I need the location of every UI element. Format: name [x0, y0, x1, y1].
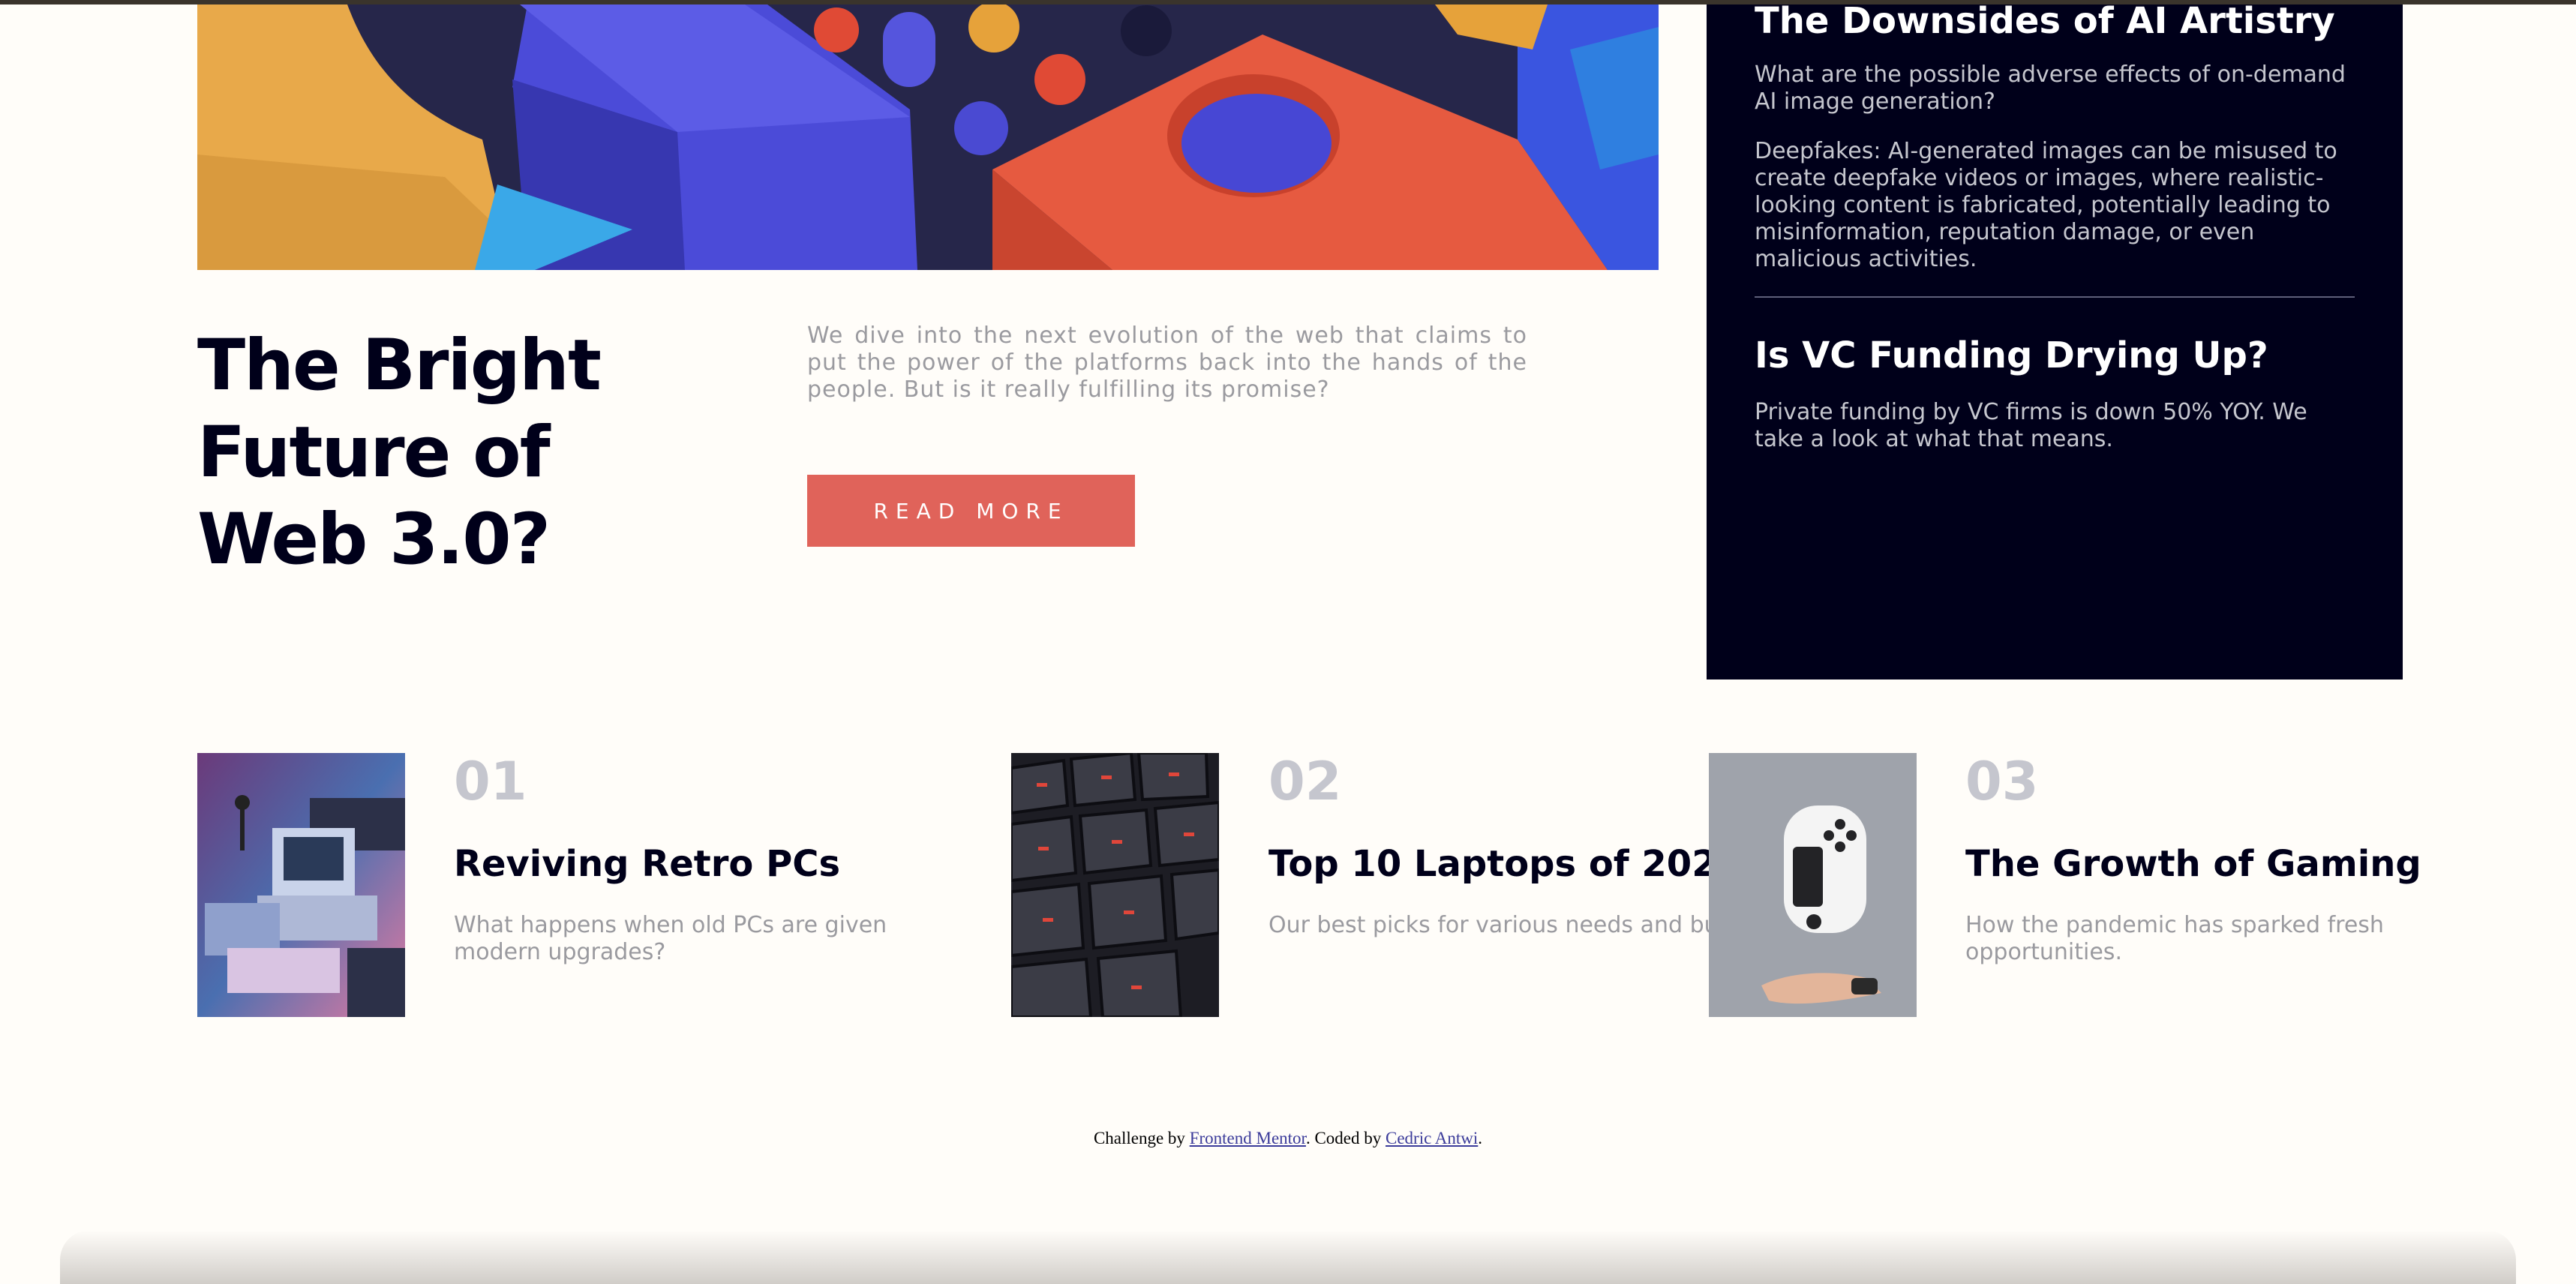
card-number: 01 [454, 751, 527, 812]
hero-title: The Bright Future of Web 3.0? [197, 325, 602, 580]
retro-pc-icon[interactable] [197, 753, 405, 1017]
sidebar-divider [1755, 296, 2355, 298]
attribution-prefix: Challenge by [1093, 1129, 1190, 1148]
hero-image [197, 4, 1659, 270]
sidebar-article-title[interactable]: Is VC Funding Drying Up? [1755, 334, 2355, 376]
new-articles-sidebar: The Downsides of AI Artistry What are th… [1707, 0, 2403, 680]
card-number: 02 [1268, 751, 1342, 812]
attribution-suffix: . [1478, 1129, 1483, 1148]
sidebar-article-text: Private funding by VC firms is down 50% … [1755, 399, 2307, 452]
attribution-middle: . Coded by [1305, 1129, 1386, 1148]
author-link[interactable]: Cedric Antwi [1386, 1129, 1478, 1148]
sidebar-article-vc-funding[interactable]: Is VC Funding Drying Up? Private funding… [1755, 334, 2355, 453]
sidebar-article-text: Deepfakes: AI-generated images can be mi… [1755, 138, 2337, 272]
read-more-button[interactable]: READ MORE [807, 475, 1135, 547]
card-text: How the pandemic has sparked fresh oppor… [1965, 912, 2384, 965]
attribution: Challenge by Frontend Mentor. Coded by C… [0, 1129, 2576, 1148]
page-bottom-shadow [60, 1230, 2516, 1284]
keyboard-icon[interactable] [1011, 753, 1219, 1017]
sidebar-article-text: What are the possible adverse effects of… [1755, 62, 2346, 115]
sidebar-article-title[interactable]: The Downsides of AI Artistry [1755, 0, 2355, 42]
card-title[interactable]: Reviving Retro PCs [454, 843, 840, 885]
hero-description: We dive into the next evolution of the w… [807, 322, 1527, 403]
card-title[interactable]: The Growth of Gaming [1965, 843, 2421, 885]
card-title[interactable]: Top 10 Laptops of 2022 [1268, 843, 1742, 885]
card-number: 03 [1965, 751, 2039, 812]
sidebar-article-ai-artistry[interactable]: The Downsides of AI Artistry What are th… [1755, 0, 2355, 273]
gamepad-icon[interactable] [1709, 753, 1917, 1017]
frontend-mentor-link[interactable]: Frontend Mentor [1190, 1129, 1306, 1148]
card-text: What happens when old PCs are given mode… [454, 912, 887, 965]
